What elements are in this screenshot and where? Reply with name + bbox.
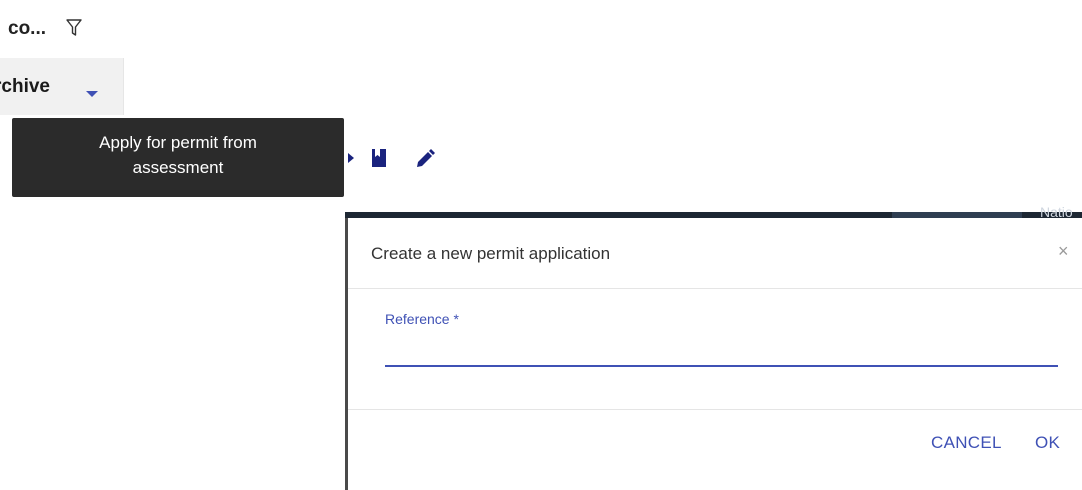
edit-icon[interactable] <box>415 149 435 169</box>
reference-input[interactable] <box>385 339 1058 367</box>
dialog-footer: CANCEL OK <box>348 410 1082 490</box>
dialog-body: Reference * <box>348 289 1082 410</box>
filter-icon[interactable] <box>66 19 82 37</box>
column-header: co... <box>0 0 445 55</box>
column-header-label: co... <box>8 18 47 39</box>
close-icon[interactable]: × <box>1058 242 1069 260</box>
archive-dropdown[interactable]: rchive <box>0 58 124 115</box>
permit-application-dialog: Create a new permit application × Refere… <box>345 218 1082 490</box>
tooltip-line-2: assessment <box>132 158 224 177</box>
archive-label: rchive <box>0 76 50 97</box>
dialog-title: Create a new permit application <box>371 244 611 263</box>
book-icon[interactable] <box>371 148 387 168</box>
tooltip: Apply for permit from assessment <box>12 118 344 197</box>
tooltip-line-1: Apply for permit from <box>99 133 257 152</box>
reference-label: Reference * <box>385 311 459 327</box>
cancel-button[interactable]: CANCEL <box>931 433 1002 453</box>
ok-button[interactable]: OK <box>1035 433 1060 453</box>
dialog-header: Create a new permit application × <box>348 218 1082 289</box>
archive-row: rchive <box>0 54 445 116</box>
chevron-down-icon <box>86 91 98 97</box>
play-icon[interactable] <box>348 153 354 163</box>
